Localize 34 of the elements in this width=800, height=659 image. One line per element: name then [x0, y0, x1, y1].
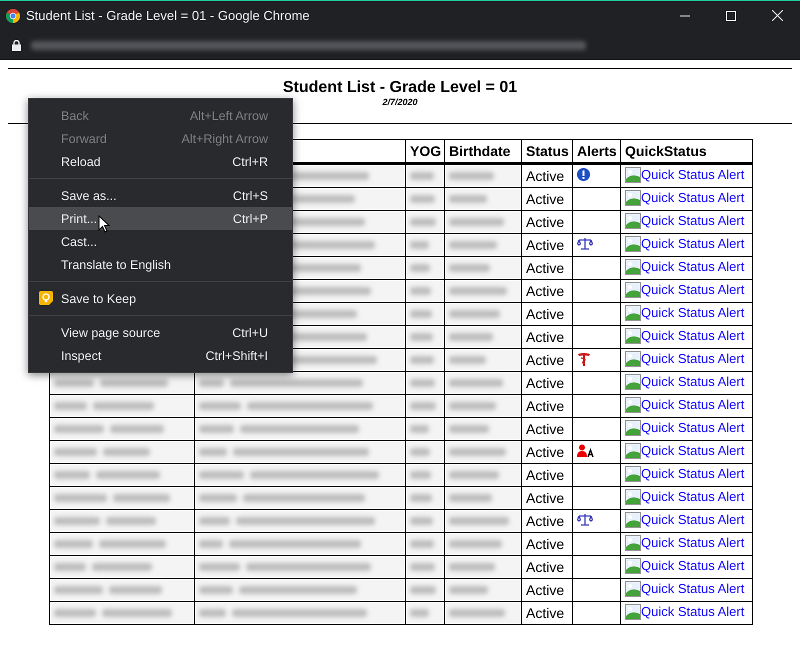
column-header: Alerts	[572, 140, 620, 164]
status-cell: Active	[522, 578, 572, 602]
status-cell: Active	[522, 256, 572, 280]
status-cell: Active	[522, 234, 572, 256]
status-cell: Active	[522, 188, 572, 210]
status-cell: Active	[522, 280, 572, 302]
menu-item[interactable]: Save as... Ctrl+S	[29, 184, 292, 207]
status-cell: Active	[522, 486, 572, 510]
status-cell: Active	[522, 418, 572, 440]
column-header: QuickStatus	[620, 140, 752, 164]
status-cell: Active	[522, 602, 572, 624]
status-cell: Active	[522, 464, 572, 486]
window-title: Student List - Grade Level = 01 - Google Chrome	[26, 8, 311, 23]
menu-item[interactable]: Cast...	[29, 230, 292, 253]
status-cell: Active	[522, 348, 572, 372]
menu-item[interactable]: Translate to English	[29, 253, 292, 276]
status-cell: Active	[522, 326, 572, 348]
status-cell: Active	[522, 210, 572, 234]
menu-item[interactable]: Print... Ctrl+P	[29, 207, 292, 230]
menu-item[interactable]: Save to Keep	[29, 287, 292, 310]
status-cell: Active	[522, 532, 572, 556]
status-cell: Active	[522, 372, 572, 394]
page-title: Student List - Grade Level = 01	[282, 79, 518, 97]
menu-item[interactable]: Reload Ctrl+R	[29, 150, 292, 173]
status-cell: Active	[522, 394, 572, 418]
status-cell: Active	[522, 440, 572, 464]
status-cell: Active	[522, 164, 572, 188]
column-header: Status	[522, 140, 572, 164]
menu-item[interactable]: Inspect Ctrl+Shift+I	[29, 344, 292, 367]
status-cell: Active	[522, 510, 572, 532]
menu-item[interactable]: View page source Ctrl+U	[29, 321, 292, 344]
report-date: 2/7/2020	[381, 97, 419, 107]
status-cell: Active	[522, 556, 572, 578]
status-cell: Active	[522, 302, 572, 326]
